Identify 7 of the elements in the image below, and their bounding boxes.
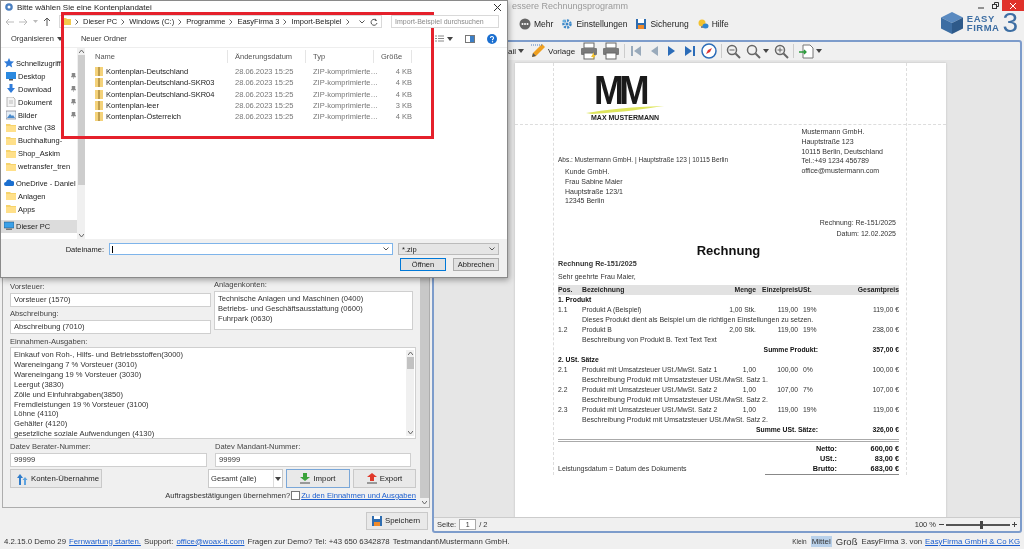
document-title: Rechnung — [695, 243, 762, 259]
logo-text: MM — [594, 73, 645, 107]
logo-text: EASY — [966, 14, 996, 23]
window-title: essere Rechnungsprogramm — [512, 1, 630, 11]
logo-number: 3 — [1002, 10, 1018, 36]
dialog-title: Bitte wählen Sie eine Kontenplandatei — [17, 2, 152, 12]
logo-text: FIRMA — [966, 23, 1000, 32]
